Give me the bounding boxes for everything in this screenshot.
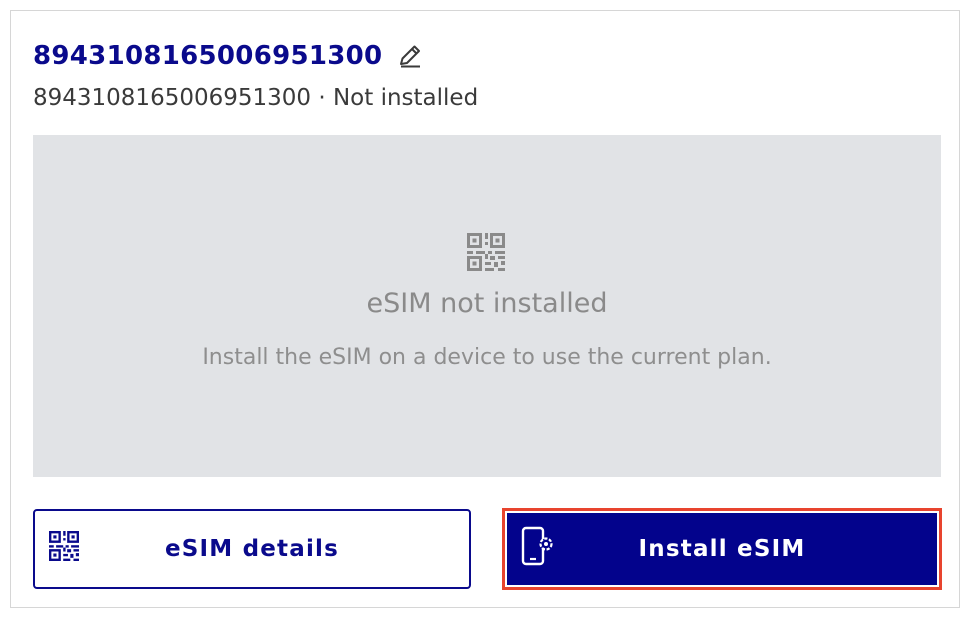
status-panel: eSIM not installed Install the eSIM on a… <box>33 135 941 477</box>
install-esim-button[interactable]: Install eSIM <box>507 513 937 585</box>
qr-code-icon <box>49 531 79 567</box>
esim-subtitle: 8943108165006951300 · Not installed <box>33 85 479 111</box>
phone-settings-icon <box>521 526 555 572</box>
title-row: 8943108165006951300 <box>33 41 424 71</box>
status-description: Install the eSIM on a device to use the … <box>202 345 772 370</box>
qr-code-icon <box>467 233 505 271</box>
pencil-icon[interactable] <box>396 42 424 70</box>
install-esim-label: Install eSIM <box>638 536 806 562</box>
esim-details-label: eSIM details <box>164 536 340 562</box>
esim-title: 8943108165006951300 <box>33 41 383 71</box>
esim-card: 8943108165006951300 8943108165006951300 … <box>10 10 960 608</box>
esim-details-button[interactable]: eSIM details <box>33 509 471 589</box>
status-title: eSIM not installed <box>366 288 608 319</box>
